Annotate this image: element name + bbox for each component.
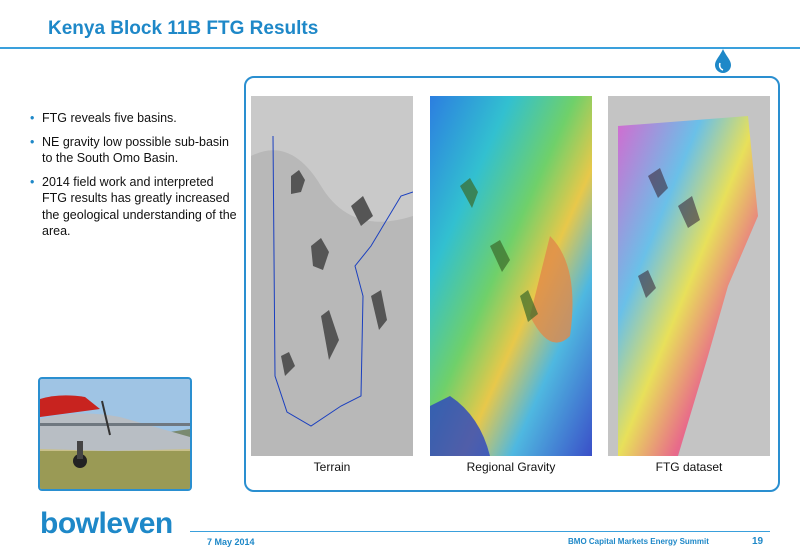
slide-title: Kenya Block 11B FTG Results (48, 18, 319, 39)
bullet-item: NE gravity low possible sub-basin to the… (30, 134, 240, 167)
page-number: 19 (752, 536, 764, 547)
footer-divider (190, 531, 770, 532)
map-caption: FTG dataset (655, 460, 723, 474)
aircraft-photo (38, 377, 192, 491)
map-caption: Terrain (313, 460, 351, 474)
map-caption: Regional Gravity (466, 460, 556, 474)
water-drop-icon (715, 49, 731, 73)
ftg-dataset-map (608, 96, 770, 456)
company-logo: bowleven (40, 507, 173, 540)
maps-frame: Terrain Regional Gravity FTG dataset (244, 76, 780, 492)
bullet-list: FTG reveals five basins. NE gravity low … (30, 110, 240, 247)
terrain-map (251, 96, 413, 456)
footer-event: BMO Capital Markets Energy Summit (568, 537, 709, 546)
footer-date: 7 May 2014 (207, 537, 255, 547)
bullet-item: FTG reveals five basins. (30, 110, 240, 127)
regional-gravity-map (430, 96, 592, 456)
title-divider (0, 47, 800, 49)
bullet-item: 2014 field work and interpreted FTG resu… (30, 174, 240, 240)
